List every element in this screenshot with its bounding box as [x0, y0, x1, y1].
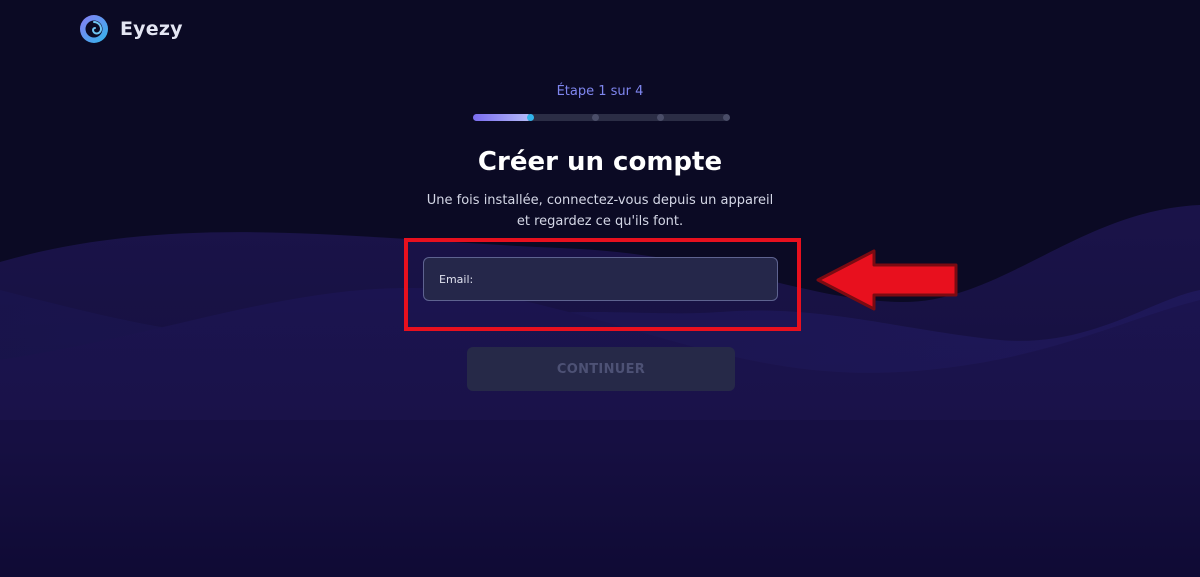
left-arrow-icon [816, 249, 958, 311]
step-indicator: Étape 1 sur 4 [556, 84, 644, 99]
progress-dot-step-3 [656, 114, 664, 121]
subtitle-line-1: Une fois installée, connectez-vous depui… [426, 193, 774, 208]
brand-logo[interactable]: Eyezy [78, 13, 183, 45]
eye-swirl-logo-icon [80, 15, 108, 43]
continue-button[interactable]: CONTINUER [467, 347, 735, 391]
progress-fill [473, 114, 532, 121]
page-title: Créer un compte [477, 147, 723, 177]
brand-name: Eyezy [120, 18, 183, 40]
email-field-container[interactable] [423, 257, 778, 301]
subtitle-line-2: et regardez ce qu'ils font. [516, 214, 684, 229]
progress-dot-step-4 [723, 114, 730, 121]
page-subtitle: Une fois installée, connectez-vous depui… [0, 190, 1200, 232]
email-input[interactable] [439, 272, 759, 286]
progress-bar [473, 114, 730, 121]
